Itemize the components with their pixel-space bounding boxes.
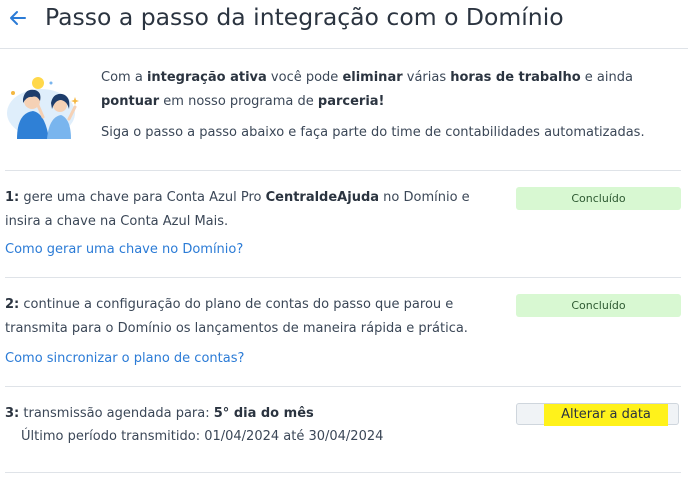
intro-paragraph: Com a integração ativa você pode elimina… xyxy=(101,70,633,109)
divider xyxy=(5,170,681,171)
step-2-description: 2: continue a configuração do plano de c… xyxy=(5,297,468,336)
step-1-status-badge: Concluído xyxy=(516,187,681,210)
divider xyxy=(5,472,681,473)
step-2-status-badge: Concluído xyxy=(516,294,681,317)
last-transmitted-period: Último período transmitido: 01/04/2024 a… xyxy=(21,429,384,444)
step-3-description: 3: transmissão agendada para: 5° dia do … xyxy=(5,406,314,421)
divider xyxy=(5,277,681,278)
step-2-help-link[interactable]: Como sincronizar o plano de contas? xyxy=(5,350,244,368)
step-1-description: 1: gere uma chave para Conta Azul Pro Ce… xyxy=(5,190,470,229)
divider xyxy=(5,386,681,387)
change-date-button-label: Alterar a data xyxy=(544,404,668,426)
page-header: Passo a passo da integração com o Domíni… xyxy=(0,0,688,49)
change-date-button[interactable]: Alterar a data xyxy=(516,403,679,426)
people-illustration-icon xyxy=(7,77,79,139)
back-arrow-icon[interactable] xyxy=(7,7,29,29)
intro-text: Com a integração ativa você pode elimina… xyxy=(101,66,661,145)
page-title: Passo a passo da integração com o Domíni… xyxy=(45,3,564,31)
step-1-help-link[interactable]: Como gerar uma chave no Domínio? xyxy=(5,241,243,259)
intro-instructions: Siga o passo a passo abaixo e faça parte… xyxy=(101,125,645,140)
